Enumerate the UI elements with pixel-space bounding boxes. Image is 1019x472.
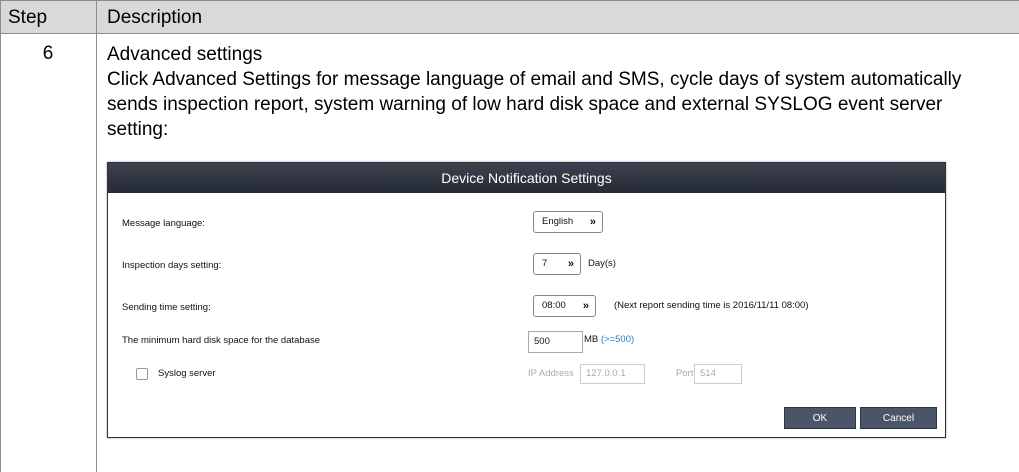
step-title: Advanced settings: [107, 44, 263, 65]
message-language-label: Message language:: [122, 218, 205, 229]
device-notification-dialog: Device Notification Settings Message lan…: [107, 162, 946, 438]
ok-button[interactable]: OK: [784, 407, 856, 429]
min-disk-input[interactable]: 500: [528, 331, 583, 353]
sending-time-note: (Next report sending time is 2016/11/11 …: [614, 300, 809, 311]
inspection-days-select[interactable]: 7 »: [533, 253, 581, 275]
step-text-bold: Advanced Settings: [152, 69, 311, 90]
min-disk-label: The minimum hard disk space for the data…: [122, 335, 321, 346]
min-disk-unit: MB: [584, 334, 599, 345]
table-header-row: Step Description: [0, 0, 1019, 34]
min-disk-unit-line: MB (>=500): [584, 334, 634, 345]
min-disk-hint: (>=500): [600, 334, 635, 345]
dialog-title: Device Notification Settings: [108, 163, 945, 193]
step-text-prefix: Click: [107, 69, 153, 90]
dialog-body: Message language: English » Inspection d…: [108, 193, 945, 437]
table-border-left: [0, 0, 1, 472]
instruction-table: Step Description 6 Advanced settings Cli…: [0, 0, 1019, 472]
inspection-days-value: 7: [542, 258, 548, 269]
sending-time-value: 08:00: [542, 300, 566, 311]
syslog-checkbox[interactable]: [136, 368, 148, 380]
message-language-select[interactable]: English »: [533, 211, 603, 233]
inspection-days-unit: Day(s): [588, 258, 616, 269]
chevron-down-icon: »: [589, 216, 596, 228]
step-description: Advanced settings Click Advanced Setting…: [107, 42, 1007, 142]
chevron-down-icon: »: [582, 300, 589, 312]
message-language-value: English: [542, 216, 574, 227]
port-label: Port: [676, 368, 694, 379]
cancel-button[interactable]: Cancel: [860, 407, 937, 429]
syslog-label: Syslog server: [158, 368, 216, 379]
header-step: Step: [8, 7, 48, 28]
ip-address-input[interactable]: 127.0.0.1: [580, 364, 645, 384]
table-column-divider: [96, 0, 97, 472]
ip-address-label: IP Address: [528, 368, 574, 379]
sending-time-label: Sending time setting:: [122, 302, 211, 313]
port-input[interactable]: 514: [694, 364, 742, 384]
inspection-days-label: Inspection days setting:: [122, 260, 222, 271]
step-number: 6: [42, 43, 54, 64]
sending-time-select[interactable]: 08:00 »: [533, 295, 596, 317]
chevron-down-icon: »: [567, 258, 574, 270]
header-description: Description: [107, 7, 203, 28]
